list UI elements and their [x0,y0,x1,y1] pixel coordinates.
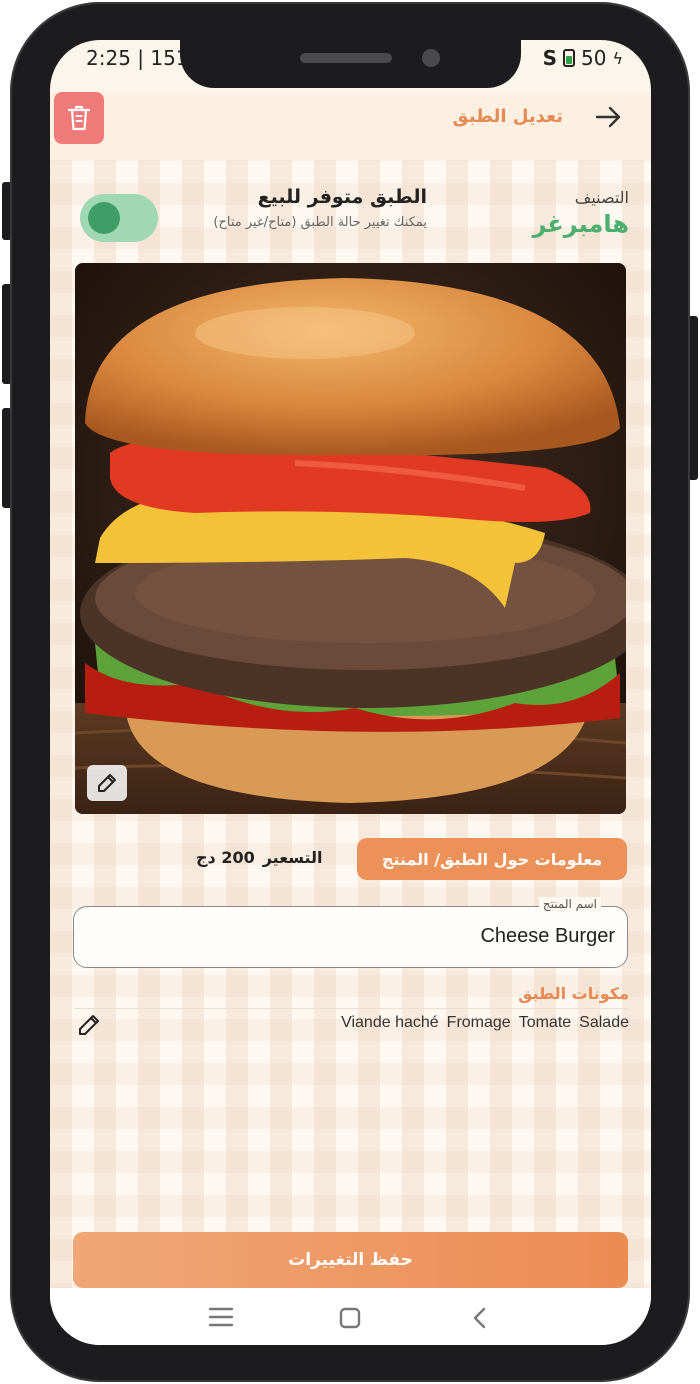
trash-icon [67,105,91,131]
status-time: 2:25 | 151 [86,46,189,70]
front-camera [422,49,440,67]
battery-icon [562,49,575,67]
availability-title: الطبق متوفر للبيع [257,186,427,208]
ingredients-title: مكونات الطبق [518,984,629,1003]
price-display: التسعير 200 دج [196,848,323,867]
arrow-right-icon[interactable] [593,102,623,132]
battery-level: 50 [580,46,607,70]
availability-toggle[interactable] [80,194,158,242]
charging-icon: ϟ [612,48,623,68]
page-title: تعديل الطبق [452,106,563,127]
dish-photo [75,263,626,814]
divider [74,1008,629,1009]
system-nav-bar [50,1288,651,1345]
status-icons: S 50 ϟ [543,46,623,70]
delete-dish-button[interactable] [54,92,104,144]
dish-info-tab[interactable]: معلومات حول الطبق/ المنتج [357,838,627,880]
availability-subtitle: يمكنك تغيير حالة الطبق (متاح/غير متاح) [213,215,427,230]
product-name-field: اسم المنتج [73,897,628,968]
phone-notch [180,40,521,88]
edit-icon[interactable] [74,1010,104,1040]
category-value: هامبرغر [532,210,629,238]
price-value: 200 دج [196,848,255,867]
ingredient-item: Tomate [518,1014,572,1031]
toggle-knob [88,202,120,234]
ingredient-item: Fromage [446,1014,511,1031]
edit-icon [98,774,116,792]
ingredients-list: Salade Tomate Fromage Viande haché [341,1014,629,1032]
save-changes-button[interactable]: حفظ التغييرات [73,1232,628,1288]
recent-apps-icon[interactable] [208,1306,234,1328]
category-label: التصنيف [574,188,629,207]
change-photo-button[interactable] [87,765,127,801]
burger-illustration [75,263,626,814]
app-screen: 2:25 | 151 S 50 ϟ تعديل الطبق التصنيف ها… [50,40,651,1345]
price-label: التسعير [262,848,323,867]
ingredient-item: Viande haché [341,1014,439,1031]
app-notification-icon: S [542,46,557,70]
app-header: تعديل الطبق [50,92,651,160]
edit-dish-content: التصنيف هامبرغر الطبق متوفر للبيع يمكنك … [50,160,651,1305]
speaker [300,53,392,63]
home-icon[interactable] [338,1306,362,1330]
back-icon[interactable] [470,1306,490,1330]
product-name-input[interactable] [95,921,615,951]
product-name-label: اسم المنتج [538,897,601,911]
ingredient-item: Salade [579,1014,629,1031]
